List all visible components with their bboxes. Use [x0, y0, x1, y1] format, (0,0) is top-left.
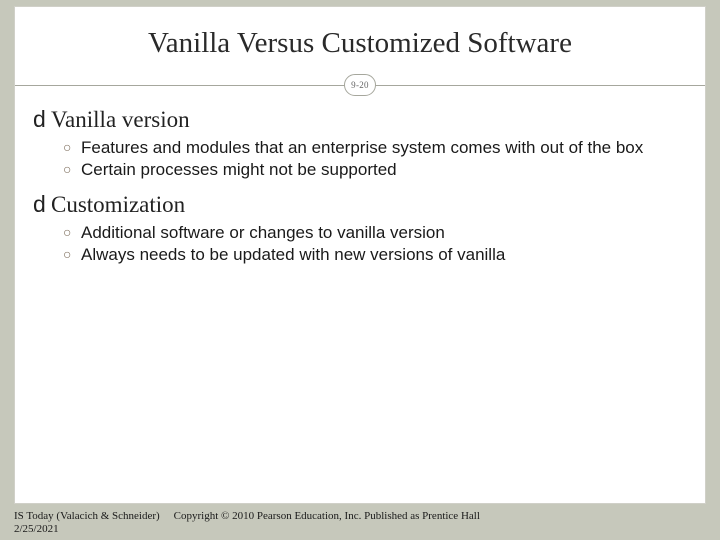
- title-rule: 9-20: [15, 74, 705, 98]
- slide-footer: IS Today (Valacich & Schneider) Copyright…: [14, 510, 480, 536]
- slide-title: Vanilla Versus Customized Software: [15, 7, 705, 60]
- list-item: Always needs to be updated with new vers…: [63, 244, 687, 265]
- slide: Vanilla Versus Customized Software 9-20 …: [14, 6, 706, 504]
- list-item: Additional software or changes to vanill…: [63, 222, 687, 243]
- bullet-icon: d: [33, 191, 51, 218]
- list-item-text: Always needs to be updated with new vers…: [81, 244, 505, 265]
- list-item: Features and modules that an enterprise …: [63, 137, 687, 158]
- content-area: dVanilla version Features and modules th…: [15, 98, 705, 265]
- sub-list: Features and modules that an enterprise …: [63, 137, 687, 181]
- footer-source: IS Today (Valacich & Schneider): [14, 510, 160, 522]
- footer-date: 2/25/2021: [14, 523, 480, 536]
- section-heading-text: Vanilla version: [51, 107, 190, 132]
- sub-list: Additional software or changes to vanill…: [63, 222, 687, 266]
- list-item-text: Features and modules that an enterprise …: [81, 137, 643, 158]
- open-circle-icon: [63, 159, 81, 180]
- bullet-icon: d: [33, 106, 51, 133]
- section-heading-vanilla: dVanilla version: [33, 106, 687, 133]
- list-item: Certain processes might not be supported: [63, 159, 687, 180]
- page-number-badge: 9-20: [344, 74, 376, 96]
- open-circle-icon: [63, 244, 81, 265]
- list-item-text: Certain processes might not be supported: [81, 159, 397, 180]
- list-item-text: Additional software or changes to vanill…: [81, 222, 445, 243]
- open-circle-icon: [63, 137, 81, 158]
- section-heading-customization: dCustomization: [33, 191, 687, 218]
- open-circle-icon: [63, 222, 81, 243]
- footer-copyright: Copyright © 2010 Pearson Education, Inc.…: [174, 510, 480, 522]
- section-heading-text: Customization: [51, 192, 185, 217]
